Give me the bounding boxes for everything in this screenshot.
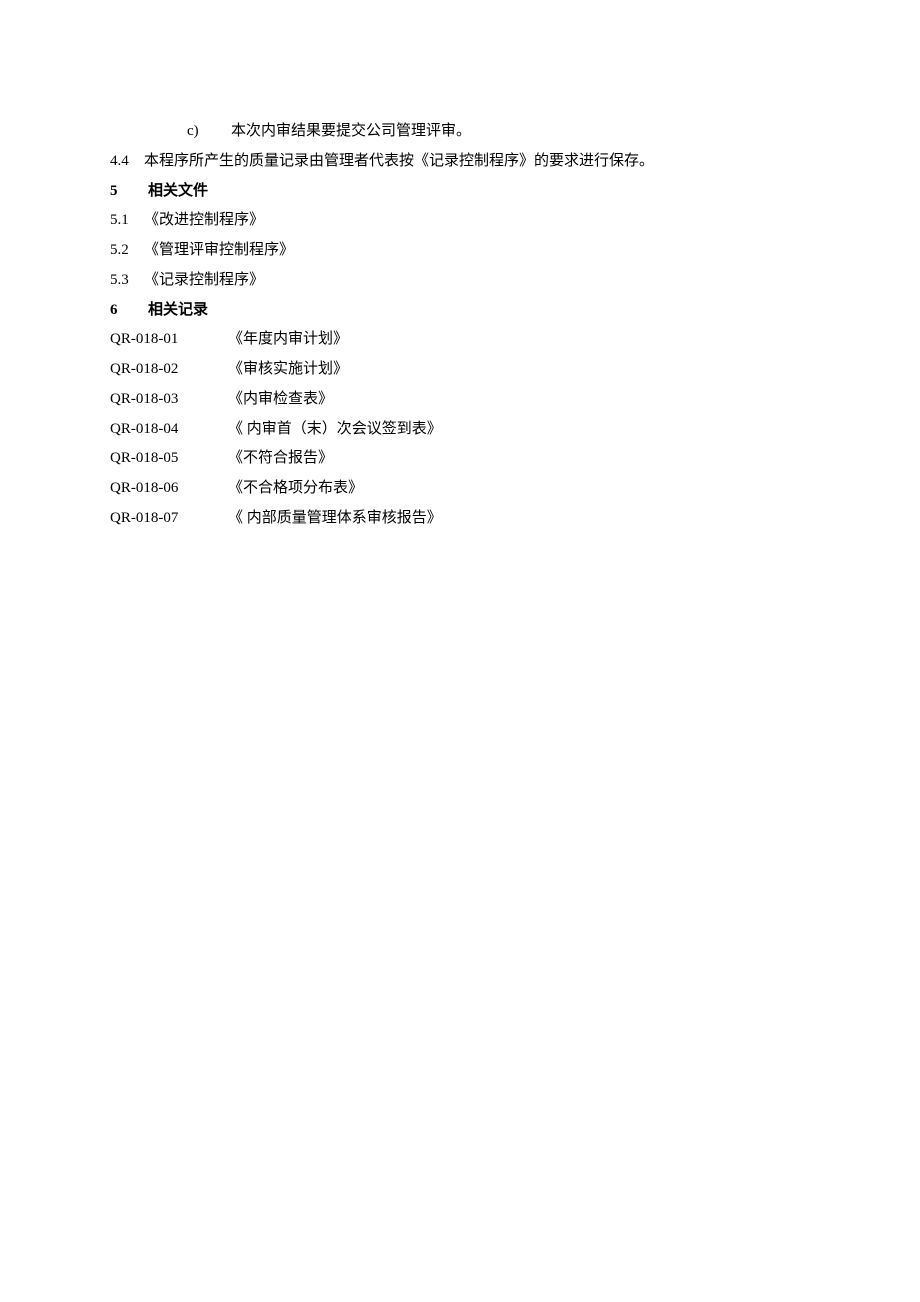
item-label: 5.1 bbox=[110, 207, 144, 235]
list-item-c: c) 本次内审结果要提交公司管理评审。 bbox=[110, 118, 810, 146]
record-name: 《年度内审计划》 bbox=[228, 326, 348, 354]
item-text: 《改进控制程序》 bbox=[144, 207, 264, 235]
section-5-item: 5.3 《记录控制程序》 bbox=[110, 267, 810, 295]
section-title: 相关记录 bbox=[148, 297, 208, 325]
item-label: 5.3 bbox=[110, 267, 144, 295]
record-name: 《 内部质量管理体系审核报告》 bbox=[228, 505, 442, 533]
record-code: QR-018-05 bbox=[110, 445, 228, 473]
section-number: 5 bbox=[110, 178, 148, 206]
record-row: QR-018-04 《 内审首（末）次会议签到表》 bbox=[110, 416, 810, 444]
record-name: 《内审检查表》 bbox=[228, 386, 333, 414]
record-row: QR-018-07 《 内部质量管理体系审核报告》 bbox=[110, 505, 810, 533]
item-label: 5.2 bbox=[110, 237, 144, 265]
section-number: 6 bbox=[110, 297, 148, 325]
record-code: QR-018-07 bbox=[110, 505, 228, 533]
record-name: 《不合格项分布表》 bbox=[228, 475, 363, 503]
section-5-heading: 5 相关文件 bbox=[110, 178, 810, 206]
record-code: QR-018-02 bbox=[110, 356, 228, 384]
record-code: QR-018-03 bbox=[110, 386, 228, 414]
section-5-item: 5.1 《改进控制程序》 bbox=[110, 207, 810, 235]
record-name: 《 内审首（末）次会议签到表》 bbox=[228, 416, 442, 444]
paragraph-label: 4.4 bbox=[110, 148, 144, 176]
record-row: QR-018-05 《不符合报告》 bbox=[110, 445, 810, 473]
section-5-item: 5.2 《管理评审控制程序》 bbox=[110, 237, 810, 265]
record-code: QR-018-01 bbox=[110, 326, 228, 354]
list-item-label: c) bbox=[187, 118, 231, 146]
item-text: 《管理评审控制程序》 bbox=[144, 237, 294, 265]
record-row: QR-018-03 《内审检查表》 bbox=[110, 386, 810, 414]
list-item-text: 本次内审结果要提交公司管理评审。 bbox=[231, 118, 471, 146]
record-row: QR-018-06 《不合格项分布表》 bbox=[110, 475, 810, 503]
record-name: 《审核实施计划》 bbox=[228, 356, 348, 384]
record-name: 《不符合报告》 bbox=[228, 445, 333, 473]
item-text: 《记录控制程序》 bbox=[144, 267, 264, 295]
section-title: 相关文件 bbox=[148, 178, 208, 206]
record-row: QR-018-01 《年度内审计划》 bbox=[110, 326, 810, 354]
paragraph-44: 4.4 本程序所产生的质量记录由管理者代表按《记录控制程序》的要求进行保存。 bbox=[110, 148, 810, 176]
record-code: QR-018-06 bbox=[110, 475, 228, 503]
paragraph-text: 本程序所产生的质量记录由管理者代表按《记录控制程序》的要求进行保存。 bbox=[144, 148, 654, 176]
record-code: QR-018-04 bbox=[110, 416, 228, 444]
record-row: QR-018-02 《审核实施计划》 bbox=[110, 356, 810, 384]
section-6-heading: 6 相关记录 bbox=[110, 297, 810, 325]
